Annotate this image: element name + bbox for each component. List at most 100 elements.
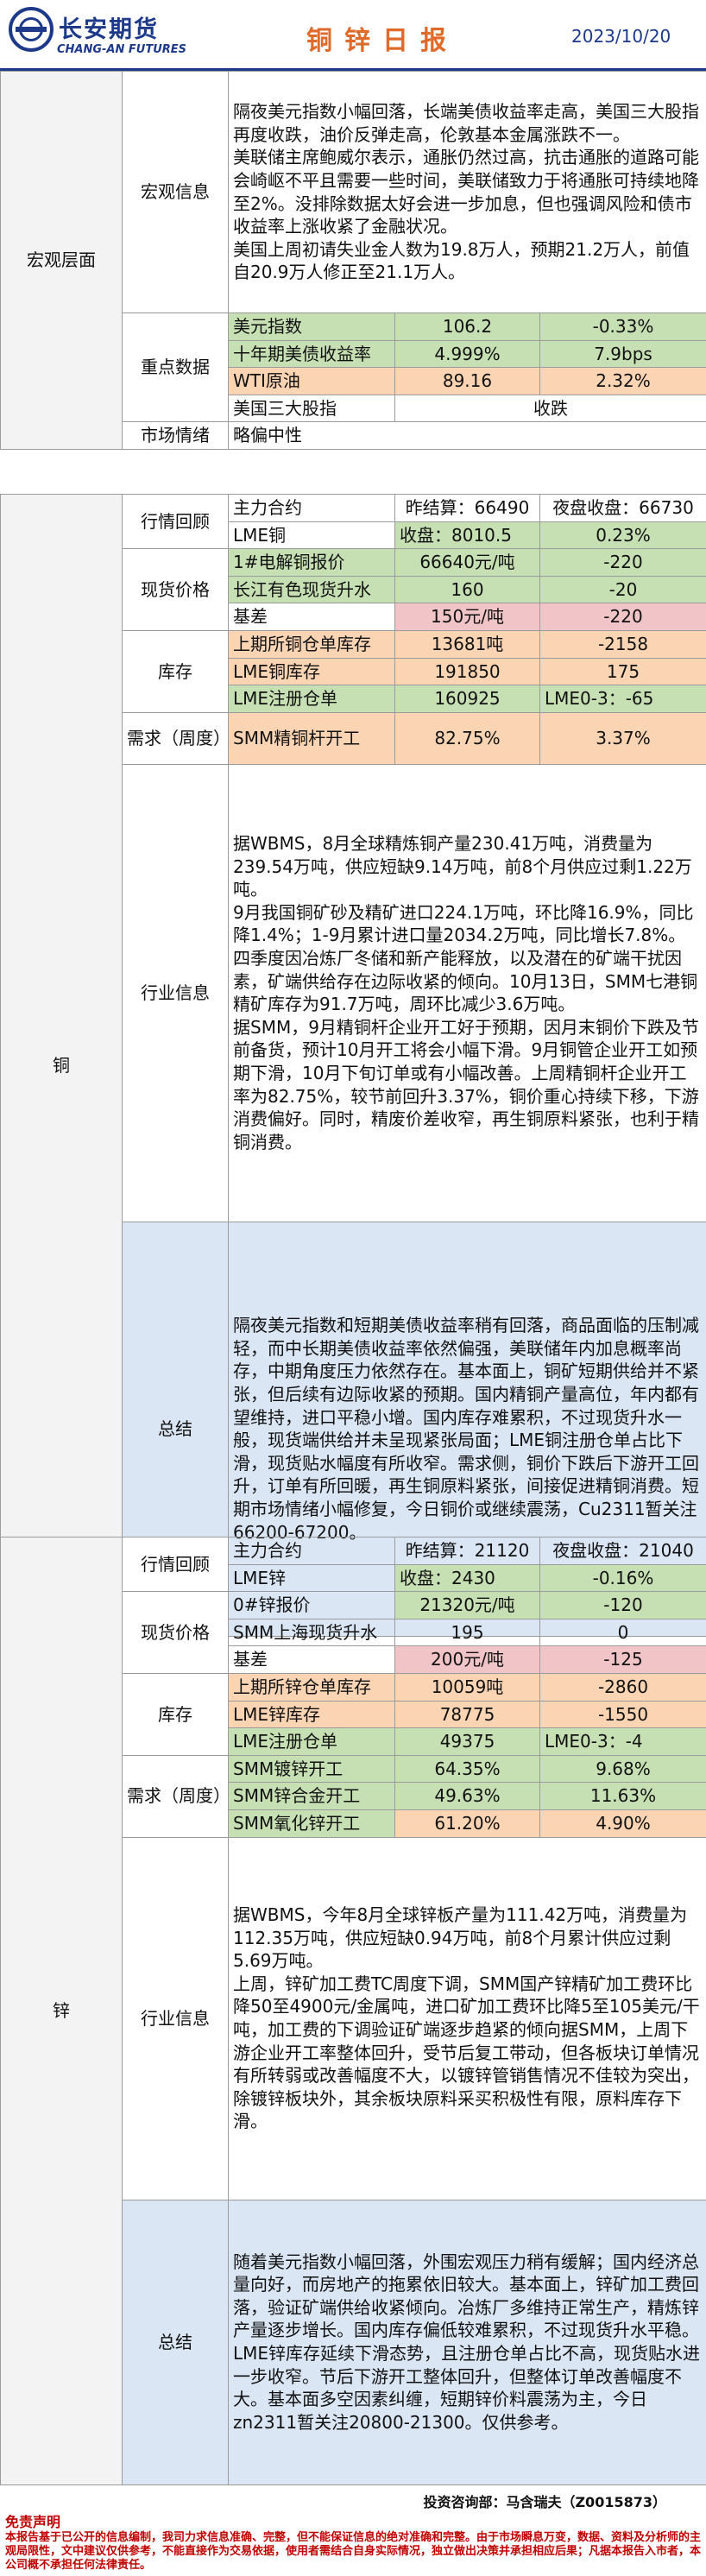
zinc-spot-change: 0: [539, 1618, 706, 1647]
copper-industry-text: 据WBMS，8月全球精炼铜产量230.41万吨，消费量为239.54万吨，供应短…: [228, 763, 706, 1222]
zinc-summary-text: 随着美元指数小幅回落，外围宏观压力稍有缓解；国内经济总量向好，而房地产的拖累依旧…: [228, 2199, 706, 2485]
sentiment-label: 市场情绪: [122, 421, 229, 450]
zinc-demand-name: SMM锌合金开工: [228, 1782, 395, 1810]
zinc-demand-name: SMM镀锌开工: [228, 1754, 395, 1784]
macro-info-text: 隔夜美元指数小幅回落，长端美债收益率走高，美国三大股指再度收跌，油价反弹走高，伦…: [228, 71, 706, 313]
copper-spot-change: -220: [539, 603, 706, 631]
zinc-spot-label: 现货价格: [122, 1591, 229, 1674]
copper-stock-change: -2158: [539, 629, 706, 659]
copper-table: 铜 行情回顾 主力合约 昨结算：66490 夜盘收盘：66730 LME铜 收盘…: [0, 493, 706, 1637]
copper-demand-name: SMM精铜杆开工: [228, 711, 395, 765]
copper-stock-change: LME0-3：-65: [539, 685, 706, 713]
zinc-review-change: -0.16%: [539, 1563, 706, 1593]
zinc-spot-value: 21320元/吨: [394, 1591, 540, 1619]
copper-demand-value: 82.75%: [394, 711, 540, 765]
zinc-spot-name: 基差: [228, 1645, 395, 1674]
disclaimer: 免责声明 本报告基于已公开的信息编制，我司力求信息准确、完整，但不能保证信息的绝…: [0, 2514, 706, 2576]
zinc-spot-change: -120: [539, 1591, 706, 1619]
report-date: 2023/10/20: [571, 26, 671, 47]
company-logo-icon: [9, 7, 54, 52]
zinc-table: 锌 行情回顾 主力合约 昨结算：21120 夜盘收盘：21040 LME锌 收盘…: [0, 1536, 706, 2485]
zinc-spot-name: 0#锌报价: [228, 1591, 395, 1619]
copper-demand-change: 3.37%: [539, 711, 706, 765]
copper-spot-name: 1#电解铜报价: [228, 548, 395, 577]
copper-review-change: 0.23%: [539, 521, 706, 550]
macro-table: 宏观层面 宏观信息 隔夜美元指数小幅回落，长端美债收益率走高，美国三大股指再度收…: [0, 71, 706, 450]
zinc-industry-p1: 据WBMS，今年8月全球锌板产量为111.42万吨，消费量为112.35万吨，供…: [233, 1904, 688, 1972]
copper-stock-name: 上期所铜仓单库存: [228, 629, 395, 659]
copper-review-value: 昨结算：66490: [394, 494, 540, 522]
copper-review-value: 收盘：8010.5: [394, 521, 540, 550]
zinc-industry-label: 行业信息: [122, 1836, 229, 2200]
zinc-stock-value: 10059吨: [394, 1672, 540, 1702]
zinc-demand-value: 49.63%: [394, 1782, 540, 1810]
copper-industry-p3: 据SMM，9月精铜杆企业开工好于预期，因月末铜价下跌及节前备货，预计10月开工将…: [233, 1016, 699, 1152]
copper-spot-change: -220: [539, 548, 706, 577]
macro-info-label: 宏观信息: [122, 71, 229, 313]
zinc-stock-change: LME0-3：-4: [539, 1727, 706, 1756]
zinc-review-change: 夜盘收盘：21040: [539, 1537, 706, 1565]
zinc-demand-change: 4.90%: [539, 1809, 706, 1838]
zinc-demand-name: SMM氧化锌开工: [228, 1809, 395, 1838]
macro-info-p3: 美国上周初请失业金人数为19.8万人，预期21.2万人，前值自20.9万人修正至…: [233, 238, 690, 283]
key-data-value: 收跌: [394, 394, 706, 423]
copper-industry-p2: 9月我国铜矿砂及精矿进口224.1万吨，环比降16.9%，同比降1.4%；1-9…: [233, 901, 698, 1015]
disclaimer-text: 本报告基于已公开的信息编制，我司力求信息准确、完整，但不能保证信息的绝对准确和完…: [5, 2531, 702, 2572]
key-data-change: -0.33%: [539, 313, 706, 341]
analyst-line: 投资咨询部：马含瑞夫（Z0015873）: [0, 2491, 706, 2511]
zinc-spot-change: -125: [539, 1645, 706, 1674]
zinc-stock-name: LME锌库存: [228, 1700, 395, 1729]
zinc-summary-label: 总结: [122, 2199, 229, 2485]
macro-info-p2: 美联储主席鲍威尔表示，通胀仍然过高，抗击通胀的道路可能会崎岖不平且需要一些时间，…: [233, 147, 699, 237]
key-data-value: 89.16: [394, 367, 540, 395]
copper-stock-value: 160925: [394, 685, 540, 713]
key-data-value: 4.999%: [394, 339, 540, 369]
zinc-stock-change: -1550: [539, 1700, 706, 1729]
copper-review-name: LME铜: [228, 521, 395, 550]
zinc-demand-change: 9.68%: [539, 1754, 706, 1784]
copper-stock-name: LME铜库存: [228, 657, 395, 686]
zinc-demand-value: 64.35%: [394, 1754, 540, 1784]
key-data-name: 美国三大股指: [228, 394, 395, 423]
copper-stock-name: LME注册仓单: [228, 685, 395, 713]
zinc-review-name: 主力合约: [228, 1537, 395, 1565]
key-data-change: 2.32%: [539, 367, 706, 395]
report-page: 长安期货 CHANG-AN FUTURES 铜锌日报 2023/10/20 宏观…: [0, 0, 706, 2576]
sentiment-value: 略偏中性: [228, 421, 706, 450]
key-data-change: 7.9bps: [539, 339, 706, 369]
macro-info-p1: 隔夜美元指数小幅回落，长端美债收益率走高，美国三大股指再度收跌，油价反弹走高，伦…: [233, 101, 699, 145]
zinc-industry-p2: 上周，锌矿加工费TC周度下调，SMM国产锌精矿加工费环比降50至4900元/金属…: [233, 1973, 700, 2132]
copper-spot-change: -20: [539, 575, 706, 604]
report-header: 长安期货 CHANG-AN FUTURES 铜锌日报 2023/10/20: [0, 0, 706, 71]
zinc-stock-name: 上期所锌仓单库存: [228, 1672, 395, 1702]
copper-section-label: 铜: [0, 494, 123, 1637]
copper-spot-value: 150元/吨: [394, 603, 540, 631]
copper-spot-label: 现货价格: [122, 548, 229, 631]
zinc-review-label: 行情回顾: [122, 1536, 229, 1593]
company-name-cn: 长安期货: [59, 16, 159, 43]
zinc-stock-change: -2860: [539, 1672, 706, 1702]
copper-stock-label: 库存: [122, 629, 229, 713]
zinc-spot-value: 195: [394, 1618, 540, 1647]
zinc-demand-label: 需求（周度）: [122, 1754, 230, 1838]
key-data-label: 重点数据: [122, 312, 229, 423]
company-name-en: CHANG-AN FUTURES: [57, 43, 187, 56]
zinc-stock-name: LME注册仓单: [228, 1727, 395, 1756]
zinc-spot-name: SMM上海现货升水: [228, 1618, 395, 1647]
key-data-name: 十年期美债收益率: [228, 339, 395, 369]
zinc-stock-value: 78775: [394, 1700, 540, 1729]
copper-review-change: 夜盘收盘：66730: [539, 494, 706, 522]
macro-section-label: 宏观层面: [0, 71, 123, 450]
copper-stock-change: 175: [539, 657, 706, 686]
copper-review-label: 行情回顾: [122, 493, 229, 550]
copper-stock-value: 13681吨: [394, 629, 540, 659]
copper-spot-value: 160: [394, 575, 540, 604]
report-title: 铜锌日报: [306, 26, 458, 56]
zinc-industry-text: 据WBMS，今年8月全球锌板产量为111.42万吨，消费量为112.35万吨，供…: [228, 1836, 706, 2200]
copper-review-name: 主力合约: [228, 494, 395, 522]
copper-spot-name: 基差: [228, 603, 395, 631]
key-data-value: 106.2: [394, 313, 540, 341]
zinc-demand-change: 11.63%: [539, 1782, 706, 1810]
copper-industry-label: 行业信息: [122, 763, 229, 1222]
analyst-name: 投资咨询部：马含瑞夫（Z0015873）: [423, 2494, 666, 2510]
